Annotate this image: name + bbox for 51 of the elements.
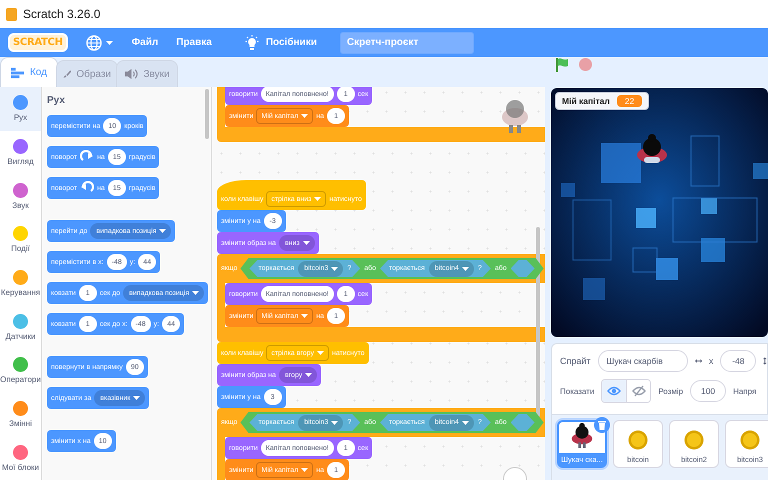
condition-block[interactable] — [510, 414, 535, 431]
size-label: Розмір — [658, 386, 684, 396]
caret-icon — [302, 241, 310, 245]
globe-icon — [86, 34, 102, 50]
app-icon — [6, 8, 17, 20]
code-icon — [10, 66, 25, 80]
size-field[interactable]: 100 — [690, 380, 726, 402]
category-item[interactable]: Рух — [0, 87, 41, 131]
trash-icon — [597, 419, 607, 431]
horizontal-arrows-icon — [694, 357, 702, 365]
caret-icon — [305, 373, 312, 377]
coin-icon — [628, 430, 648, 450]
caret-icon — [314, 197, 322, 201]
monitor-value: 22 — [616, 95, 642, 107]
x-label: x — [708, 356, 714, 366]
category-title: Рух — [47, 95, 66, 106]
turn-right-icon — [80, 150, 94, 164]
speaker-icon — [124, 67, 138, 81]
caret-icon — [316, 351, 324, 355]
caret-icon — [462, 266, 469, 270]
scrollbar[interactable] — [205, 89, 209, 139]
show-button[interactable] — [602, 380, 626, 402]
caret-icon — [331, 420, 338, 424]
eye-crossed-icon — [632, 385, 646, 397]
caret-icon — [462, 420, 469, 424]
caret-icon — [192, 291, 200, 295]
caret-icon — [106, 40, 113, 44]
scrollbar[interactable] — [536, 227, 540, 417]
coin-icon — [740, 430, 760, 450]
coin-icon — [684, 430, 704, 450]
direction-label: Напря — [733, 386, 756, 396]
caret-icon — [133, 396, 140, 400]
flag-icon[interactable] — [555, 56, 569, 72]
character-icon — [570, 422, 594, 448]
caret-icon — [301, 114, 308, 118]
lightbulb-icon — [244, 34, 260, 50]
caret-icon — [301, 468, 308, 472]
turn-left-icon — [80, 181, 94, 195]
sprite-label: Спрайт — [560, 356, 591, 366]
caret-icon — [301, 314, 308, 318]
caret-icon — [331, 266, 338, 270]
delete-button[interactable] — [594, 417, 610, 433]
window-title: Scratch 3.26.0 — [23, 7, 100, 21]
condition-block[interactable] — [510, 260, 535, 277]
monitor-label: Мій капітал — [562, 96, 610, 106]
eye-icon — [607, 385, 622, 397]
x-field[interactable]: -48 — [720, 350, 756, 372]
show-label: Показати — [560, 386, 594, 396]
caret-icon — [159, 229, 166, 233]
hide-button[interactable] — [626, 380, 650, 402]
sprite-name-field[interactable]: Шукач скарбів — [598, 350, 688, 372]
